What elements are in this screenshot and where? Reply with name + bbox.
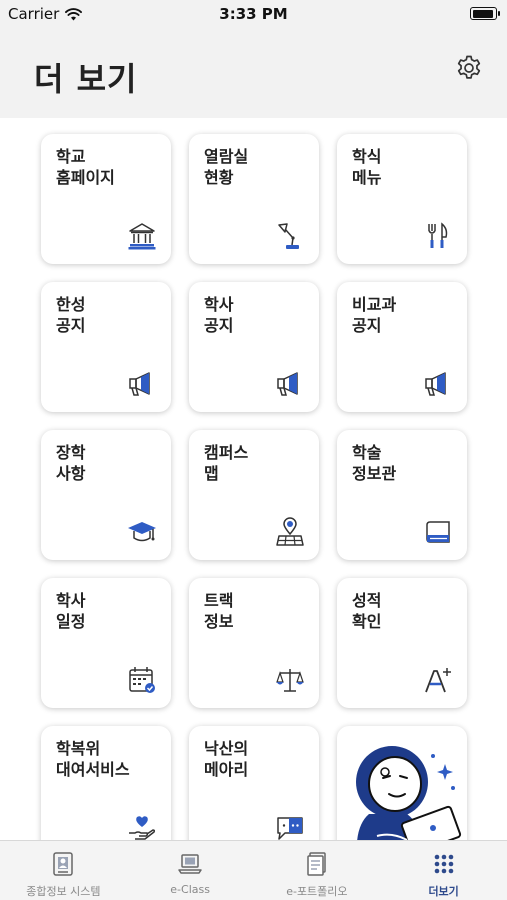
graduation-cap-icon: [127, 517, 157, 547]
tab-label: e-Class: [170, 883, 210, 896]
balance-scale-icon: [275, 665, 305, 695]
battery-icon: [470, 7, 500, 20]
menu-grid: 학교 홈페이지 열람실 현황 학식 메뉴 한성 공지 학사 공지 비교과 공지 …: [41, 134, 467, 840]
grid-dots-icon: [431, 851, 457, 877]
calendar-icon: [127, 665, 157, 695]
tile-label: 학사 일정: [56, 591, 86, 631]
tab-bar: 종합정보 시스템 e-Class e-포트폴리오 더보기: [0, 840, 507, 900]
fork-knife-icon: [423, 221, 453, 251]
tab-more[interactable]: 더보기: [380, 841, 507, 900]
tile-school-homepage[interactable]: 학교 홈페이지: [41, 134, 171, 264]
menu-content: 학교 홈페이지 열람실 현황 학식 메뉴 한성 공지 학사 공지 비교과 공지 …: [0, 118, 507, 840]
tile-scholarship[interactable]: 장학 사항: [41, 430, 171, 560]
grade-a-plus-icon: [423, 665, 453, 695]
tile-label: 학복위 대여서비스: [56, 739, 130, 779]
book-icon: [423, 517, 453, 547]
tile-label: 학교 홈페이지: [56, 147, 115, 187]
heart-hand-icon: [127, 813, 157, 840]
tile-label: 장학 사항: [56, 443, 86, 483]
page-title: 더 보기: [34, 60, 138, 98]
id-card-icon: [50, 851, 76, 877]
university-building-icon: [127, 221, 157, 251]
tab-label: 더보기: [428, 885, 459, 898]
status-time: 3:33 PM: [219, 5, 288, 23]
megaphone-icon: [275, 369, 305, 399]
chat-bubble-icon: [275, 813, 305, 840]
tile-label: 캠퍼스 맵: [204, 443, 249, 483]
tile-label: 성적 확인: [352, 591, 382, 631]
tile-label: 학식 메뉴: [352, 147, 382, 187]
tile-hansung-notice[interactable]: 한성 공지: [41, 282, 171, 412]
tile-cafeteria-menu[interactable]: 학식 메뉴: [337, 134, 467, 264]
tile-mascot: [337, 726, 467, 840]
tab-label: e-포트폴리오: [286, 885, 348, 898]
megaphone-icon: [423, 369, 453, 399]
tile-label: 비교과 공지: [352, 295, 397, 335]
tile-label: 열람실 현황: [204, 147, 249, 187]
desk-lamp-icon: [275, 221, 305, 251]
tile-label: 트랙 정보: [204, 591, 234, 631]
tile-naksan-echo[interactable]: 낙산의 메아리: [189, 726, 319, 840]
tile-label: 학술 정보관: [352, 443, 397, 483]
settings-button[interactable]: [453, 52, 485, 84]
tile-label: 한성 공지: [56, 295, 86, 335]
laptop-icon: [177, 851, 203, 877]
header: 더 보기: [0, 28, 507, 118]
mascot-illustration: [347, 736, 462, 840]
tile-academic-notice[interactable]: 학사 공지: [189, 282, 319, 412]
tab-portal-system[interactable]: 종합정보 시스템: [0, 841, 127, 900]
tile-rental-service[interactable]: 학복위 대여서비스: [41, 726, 171, 840]
tile-label: 낙산의 메아리: [204, 739, 249, 779]
tile-track-info[interactable]: 트랙 정보: [189, 578, 319, 708]
gear-icon: [457, 55, 481, 79]
map-pin-icon: [275, 517, 305, 547]
tile-academic-calendar[interactable]: 학사 일정: [41, 578, 171, 708]
tab-label: 종합정보 시스템: [26, 885, 101, 898]
tile-library[interactable]: 학술 정보관: [337, 430, 467, 560]
tile-grade-check[interactable]: 성적 확인: [337, 578, 467, 708]
tile-reading-room-status[interactable]: 열람실 현황: [189, 134, 319, 264]
tab-eportfolio[interactable]: e-포트폴리오: [254, 841, 381, 900]
tile-extracurricular-notice[interactable]: 비교과 공지: [337, 282, 467, 412]
megaphone-icon: [127, 369, 157, 399]
document-icon: [304, 851, 330, 877]
tile-campus-map[interactable]: 캠퍼스 맵: [189, 430, 319, 560]
status-bar: Carrier 3:33 PM: [0, 0, 507, 28]
tab-eclass[interactable]: e-Class: [127, 841, 254, 900]
tile-label: 학사 공지: [204, 295, 234, 335]
